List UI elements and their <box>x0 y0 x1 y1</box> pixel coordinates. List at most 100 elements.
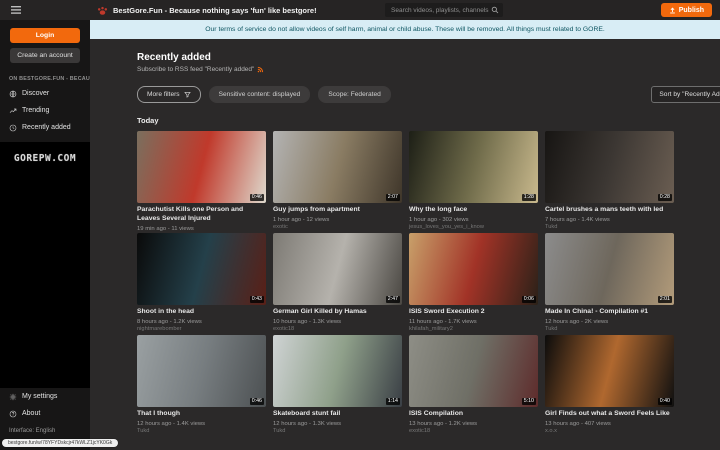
video-channel[interactable]: khilafah_military2 <box>409 326 538 332</box>
interface-language-label[interactable]: Interface: English <box>9 428 90 434</box>
more-filters-button[interactable]: More filters <box>137 86 201 103</box>
video-duration-badge: 0:43 <box>250 296 264 303</box>
video-thumbnail[interactable]: 2:01 <box>545 233 674 305</box>
sort-dropdown[interactable]: Sort by "Recently Added" <box>651 86 720 103</box>
sidebar-item-about[interactable]: About <box>0 405 90 422</box>
video-card[interactable]: 0:46 That I though 12 hours ago - 1.4K v… <box>137 335 266 437</box>
video-meta: 1 hour ago - 12 views <box>273 217 402 223</box>
video-card[interactable]: 5:10 ISIS Compilation 13 hours ago - 1.2… <box>409 335 538 437</box>
sidebar-item-discover[interactable]: Discover <box>0 85 90 102</box>
page-title: Recently added <box>137 52 720 63</box>
rss-icon[interactable] <box>257 66 264 73</box>
video-card[interactable]: 2:07 Guy jumps from apartment 1 hour ago… <box>273 131 402 233</box>
video-meta: 19 min ago - 11 views <box>137 226 266 232</box>
video-card[interactable]: 1:28 Why the long face 1 hour ago - 302 … <box>409 131 538 233</box>
upload-icon <box>669 7 676 14</box>
trending-icon <box>9 107 17 115</box>
site-title[interactable]: BestGore.Fun - Because nothing says 'fun… <box>113 6 317 15</box>
site-logo-paw-icon[interactable] <box>97 5 108 16</box>
video-channel[interactable]: exotic18 <box>273 326 402 332</box>
sidebar-ad-text[interactable]: GOREPW.COM <box>0 153 90 164</box>
video-channel[interactable]: exotic18 <box>409 428 538 434</box>
video-card[interactable]: 0:43 Shoot in the head 8 hours ago - 1.2… <box>137 233 266 335</box>
video-channel[interactable]: exotic <box>273 224 402 230</box>
video-thumbnail[interactable]: 1:14 <box>273 335 402 407</box>
video-card[interactable]: 0:28 Cartel brushes a mans teeth with le… <box>545 131 674 233</box>
video-channel[interactable]: jesus_loves_you_yes_i_know <box>409 224 538 230</box>
video-card[interactable]: 0:46 Parachutist Kills one Person and Le… <box>137 131 266 233</box>
video-channel[interactable]: x.o.x <box>545 428 674 434</box>
search-bar <box>385 3 503 17</box>
video-meta: 11 hours ago - 1.7K views <box>409 319 538 325</box>
date-group-label: Today <box>137 116 720 125</box>
video-channel[interactable]: Tukd <box>545 326 674 332</box>
video-thumbnail[interactable]: 2:47 <box>273 233 402 305</box>
video-meta: 13 hours ago - 407 views <box>545 421 674 427</box>
video-channel[interactable]: Tukd <box>545 224 674 230</box>
sidebar-item-recently-added[interactable]: Recently added <box>0 119 90 136</box>
video-card[interactable]: 2:47 German Girl Killed by Hamas 10 hour… <box>273 233 402 335</box>
video-title[interactable]: Parachutist Kills one Person and Leaves … <box>137 206 266 224</box>
publish-button[interactable]: Publish <box>661 3 712 17</box>
video-thumbnail[interactable]: 0:46 <box>137 335 266 407</box>
search-icon[interactable] <box>491 6 499 14</box>
sensitive-content-filter[interactable]: Sensitive content: displayed <box>209 86 311 103</box>
search-input[interactable] <box>389 6 491 15</box>
video-thumbnail[interactable]: 0:43 <box>137 233 266 305</box>
video-card[interactable]: 1:14 Skateboard stunt fail 12 hours ago … <box>273 335 402 437</box>
video-duration-badge: 2:01 <box>658 296 672 303</box>
video-title[interactable]: Girl Finds out what a Sword Feels Like <box>545 410 674 419</box>
video-card[interactable]: 2:01 Made In China! - Compilation #1 12 … <box>545 233 674 335</box>
video-thumbnail[interactable]: 1:28 <box>409 131 538 203</box>
video-duration-badge: 1:14 <box>386 398 400 405</box>
video-channel[interactable]: Tukd <box>137 428 266 434</box>
status-url-tooltip: bestgore.fun/w/78YFYDskcjr47kWLZ1jcYK0Gk <box>2 439 118 447</box>
video-channel[interactable]: nightmarebomber <box>137 326 266 332</box>
video-duration-badge: 0:46 <box>250 398 264 405</box>
sidebar-ad-banner[interactable]: GOREPW.COM <box>0 142 90 388</box>
sidebar-item-my-settings[interactable]: My settings <box>0 388 90 405</box>
terms-banner-text: Our terms of service do not allow videos… <box>205 26 605 33</box>
rss-subscribe-link[interactable]: Subscribe to RSS feed "Recently added" <box>137 66 720 73</box>
video-thumbnail[interactable]: 0:06 <box>409 233 538 305</box>
filter-funnel-icon <box>184 91 191 98</box>
video-thumbnail[interactable]: 2:07 <box>273 131 402 203</box>
video-meta: 7 hours ago - 1.4K views <box>545 217 674 223</box>
video-duration-badge: 0:40 <box>658 398 672 405</box>
video-channel[interactable]: Tukd <box>273 428 402 434</box>
gear-icon <box>9 393 17 401</box>
top-bar: BestGore.Fun - Because nothing says 'fun… <box>0 0 720 20</box>
video-duration-badge: 1:28 <box>522 194 536 201</box>
video-title[interactable]: German Girl Killed by Hamas <box>273 308 402 317</box>
video-title[interactable]: Skateboard stunt fail <box>273 410 402 419</box>
video-title[interactable]: ISIS Compilation <box>409 410 538 419</box>
create-account-button[interactable]: Create an account <box>10 48 80 63</box>
video-duration-badge: 0:06 <box>522 296 536 303</box>
video-title[interactable]: ISIS Sword Execution 2 <box>409 308 538 317</box>
hamburger-menu-icon[interactable] <box>11 6 21 14</box>
video-meta: 1 hour ago - 302 views <box>409 217 538 223</box>
filters-row: More filters Sensitive content: displaye… <box>137 86 720 103</box>
video-meta: 8 hours ago - 1.2K views <box>137 319 266 325</box>
video-title[interactable]: That I though <box>137 410 266 419</box>
video-title[interactable]: Guy jumps from apartment <box>273 206 402 215</box>
video-meta: 12 hours ago - 1.3K views <box>273 421 402 427</box>
scope-filter[interactable]: Scope: Federated <box>318 86 390 103</box>
video-thumbnail[interactable]: 0:46 <box>137 131 266 203</box>
video-duration-badge: 0:46 <box>250 194 264 201</box>
sidebar-section-heading: ON BESTGORE.FUN - BECAUS... <box>9 76 90 82</box>
login-button[interactable]: Login <box>10 28 80 43</box>
globe-icon <box>9 90 17 98</box>
video-thumbnail[interactable]: 5:10 <box>409 335 538 407</box>
video-thumbnail[interactable]: 0:28 <box>545 131 674 203</box>
video-thumbnail[interactable]: 0:40 <box>545 335 674 407</box>
video-title[interactable]: Made In China! - Compilation #1 <box>545 308 674 317</box>
sidebar-item-trending[interactable]: Trending <box>0 102 90 119</box>
video-duration-badge: 5:10 <box>522 398 536 405</box>
video-title[interactable]: Shoot in the head <box>137 308 266 317</box>
video-card[interactable]: 0:06 ISIS Sword Execution 2 11 hours ago… <box>409 233 538 335</box>
video-duration-badge: 2:47 <box>386 296 400 303</box>
video-card[interactable]: 0:40 Girl Finds out what a Sword Feels L… <box>545 335 674 437</box>
video-title[interactable]: Why the long face <box>409 206 538 215</box>
video-title[interactable]: Cartel brushes a mans teeth with led <box>545 206 674 215</box>
